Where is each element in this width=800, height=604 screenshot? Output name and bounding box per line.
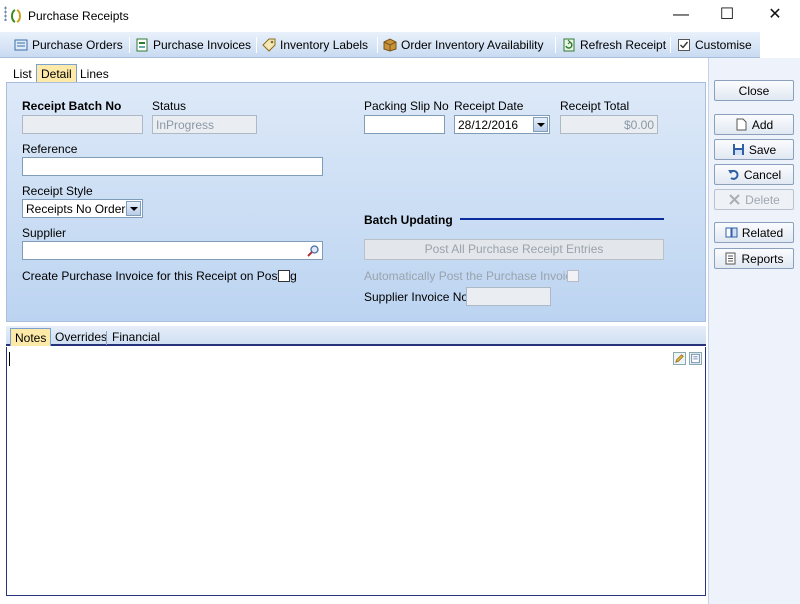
supplier-invoice-no-field: [466, 287, 551, 306]
add-button[interactable]: Add: [714, 114, 794, 135]
toolbar-separator: [129, 37, 130, 53]
receipt-batch-no-field: [22, 115, 143, 134]
related-icon: [725, 227, 738, 238]
receipt-date-picker[interactable]: 28/12/2016: [454, 115, 550, 134]
inventory-labels-button[interactable]: Inventory Labels: [262, 36, 368, 54]
app-icon: [11, 9, 21, 23]
packing-slip-no-input[interactable]: [364, 115, 445, 134]
refresh-icon: [563, 38, 575, 52]
save-label: Save: [748, 142, 777, 157]
auto-post-checkbox[interactable]: [567, 270, 579, 282]
maximize-button[interactable]: ☐: [704, 0, 750, 31]
cancel-button[interactable]: Cancel: [714, 164, 794, 185]
purchase-orders-label: Purchase Orders: [32, 38, 123, 52]
inventory-labels-label: Inventory Labels: [280, 38, 369, 52]
delete-icon: [729, 194, 740, 205]
toolbar-separator: [670, 37, 671, 53]
packing-slip-no-label: Packing Slip No: [364, 99, 449, 113]
reference-input[interactable]: [22, 157, 323, 176]
checkbox-icon: [678, 39, 690, 51]
tab-detail[interactable]: Detail: [36, 64, 77, 82]
receipt-total-label: Receipt Total: [560, 99, 630, 113]
purchase-invoices-icon: [136, 38, 148, 52]
create-invoice-label: Create Purchase Invoice for this Receipt…: [22, 269, 297, 283]
reports-button[interactable]: Reports: [714, 248, 794, 269]
purchase-orders-button[interactable]: Purchase Orders: [14, 36, 123, 54]
save-button[interactable]: Save: [714, 139, 794, 160]
tab-separator: [106, 331, 107, 345]
add-label: Add: [751, 117, 774, 132]
close-label: Close: [738, 83, 770, 98]
status-label: Status: [152, 99, 187, 113]
status-field: InProgress: [152, 115, 257, 134]
chevron-down-icon[interactable]: [533, 117, 548, 132]
reports-label: Reports: [741, 251, 784, 266]
toolbar-grip[interactable]: [4, 6, 7, 21]
batch-updating-divider: [460, 218, 664, 220]
create-invoice-checkbox[interactable]: [278, 270, 290, 282]
purchase-orders-icon: [14, 39, 28, 51]
tag-icon: [262, 38, 276, 52]
refresh-receipt-button[interactable]: Refresh Receipt: [562, 36, 666, 54]
receipt-total-field: $0.00: [560, 115, 658, 134]
purchase-invoices-label: Purchase Invoices: [153, 38, 252, 52]
supplier-input[interactable]: [22, 241, 323, 260]
customise-button[interactable]: Customise: [677, 36, 752, 54]
tab-financial[interactable]: Financial: [108, 328, 164, 346]
window-title: Purchase Receipts: [28, 9, 129, 23]
undo-icon: [727, 169, 739, 180]
new-document-icon: [736, 118, 747, 131]
toolbar-separator: [256, 37, 257, 53]
reference-label: Reference: [22, 142, 78, 156]
toolbar-separator: [377, 37, 378, 53]
refresh-receipt-label: Refresh Receipt: [580, 38, 667, 52]
report-icon: [725, 252, 736, 265]
delete-label: Delete: [745, 192, 780, 207]
cancel-label: Cancel: [743, 167, 782, 182]
order-inventory-availability-button[interactable]: Order Inventory Availability: [383, 36, 544, 54]
receipt-style-value: Receipts No Order: [26, 202, 126, 216]
search-icon[interactable]: [306, 244, 320, 258]
tab-notes[interactable]: Notes: [10, 328, 52, 346]
tab-lines[interactable]: Lines: [75, 64, 114, 82]
purchase-invoices-button[interactable]: Purchase Invoices: [135, 36, 251, 54]
related-label: Related: [741, 225, 784, 240]
post-all-button[interactable]: Post All Purchase Receipt Entries: [364, 239, 664, 260]
notes-textarea[interactable]: [6, 347, 706, 596]
text-caret: [9, 352, 10, 366]
chevron-down-icon[interactable]: [126, 201, 141, 216]
order-inventory-availability-label: Order Inventory Availability: [401, 38, 544, 52]
box-icon: [383, 38, 397, 52]
receipt-batch-no-label: Receipt Batch No: [22, 99, 122, 113]
close-button[interactable]: Close: [714, 80, 794, 101]
tab-list[interactable]: List: [8, 64, 37, 82]
related-button[interactable]: Related: [714, 222, 794, 243]
close-window-button[interactable]: ✕: [752, 0, 798, 31]
minimize-button[interactable]: —: [658, 0, 704, 31]
toolbar-separator: [555, 37, 556, 53]
tab-overrides[interactable]: Overrides: [51, 328, 111, 346]
supplier-invoice-no-label: Supplier Invoice No: [364, 290, 469, 304]
receipt-style-label: Receipt Style: [22, 184, 93, 198]
delete-button[interactable]: Delete: [714, 189, 794, 210]
batch-updating-label: Batch Updating: [364, 213, 453, 227]
supplier-label: Supplier: [22, 226, 67, 240]
save-icon: [732, 144, 744, 155]
receipt-style-select[interactable]: Receipts No Order: [22, 199, 143, 218]
receipt-date-value: 28/12/2016: [458, 118, 519, 132]
document-icon[interactable]: [689, 352, 702, 365]
auto-post-label: Automatically Post the Purchase Invoice: [364, 269, 579, 283]
edit-icon[interactable]: [673, 352, 686, 365]
customise-label: Customise: [695, 38, 752, 52]
receipt-date-label: Receipt Date: [454, 99, 524, 113]
